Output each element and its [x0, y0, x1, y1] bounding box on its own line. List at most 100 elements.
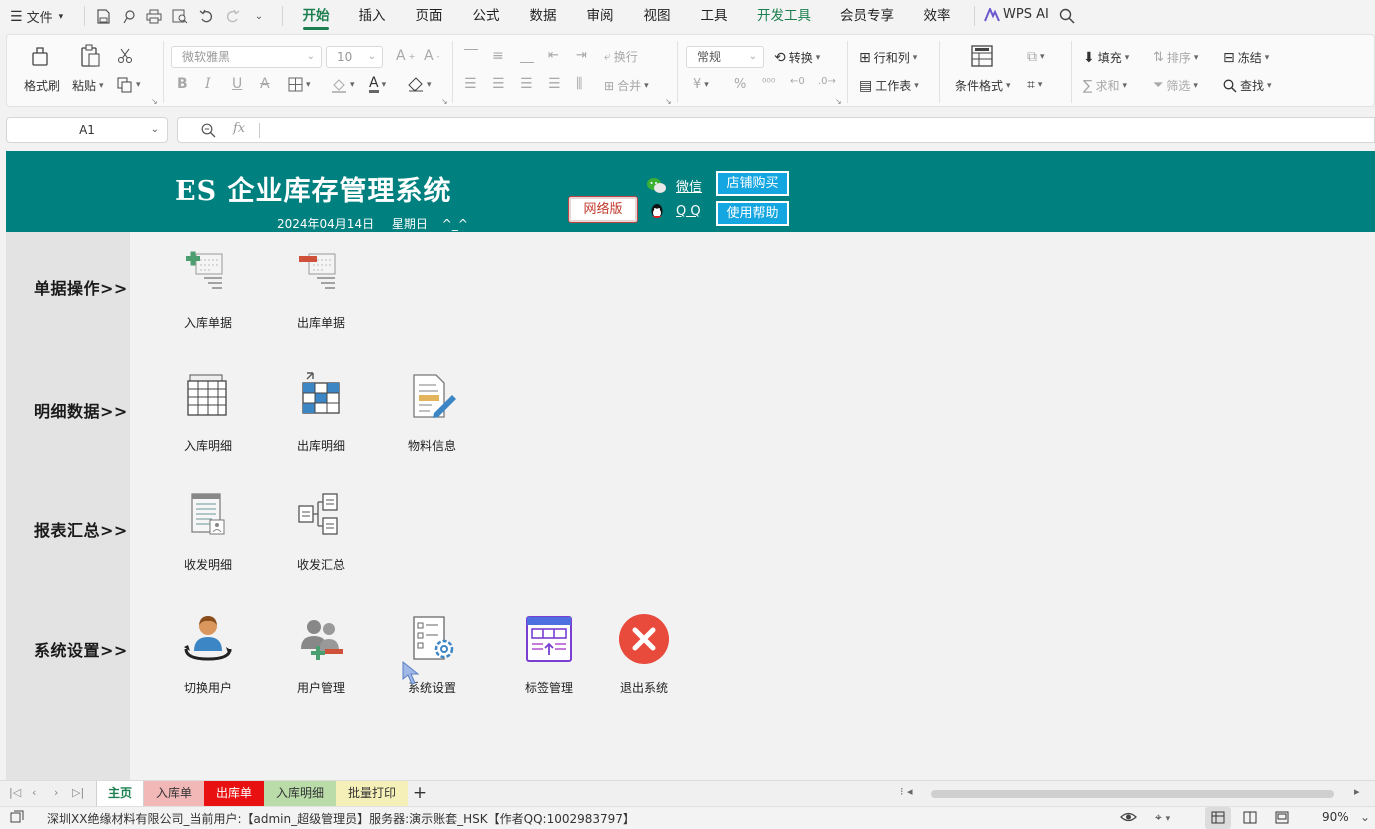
output-pdf-icon[interactable]	[120, 7, 138, 25]
copy-button[interactable]: ▾	[117, 77, 141, 93]
conditional-format-icon[interactable]	[971, 45, 993, 70]
horizontal-scrollbar[interactable]	[931, 790, 1334, 798]
sort-button[interactable]: ⇅ 排序 ▾	[1153, 49, 1198, 66]
fill-color-button[interactable]: ▾	[331, 77, 355, 93]
sheet-tab-home[interactable]: 主页	[96, 781, 144, 806]
sheet-tab-batch-print[interactable]: 批量打印	[336, 781, 408, 806]
align-right-icon[interactable]: ☰	[520, 76, 533, 92]
find-button[interactable]: 查找 ▾	[1223, 77, 1272, 94]
percent-icon[interactable]: %	[734, 77, 746, 92]
tile-exit-system[interactable]: 退出系统	[599, 613, 689, 696]
chevron-down-icon[interactable]: ⌄	[1360, 810, 1370, 824]
decrease-indent-icon[interactable]: ⇤	[548, 48, 559, 63]
search-icon[interactable]	[1058, 7, 1076, 25]
sheet-tab-inbound-detail[interactable]: 入库明细	[264, 781, 336, 806]
scroll-splitter-icon[interactable]: ⁝ ◂	[900, 785, 913, 798]
print-preview-icon[interactable]	[171, 7, 189, 25]
wechat-link[interactable]: 微信	[676, 176, 702, 195]
tab-member[interactable]: 会员专享	[836, 0, 898, 32]
align-left-icon[interactable]: ☰	[464, 76, 477, 92]
tab-review[interactable]: 审阅	[580, 0, 620, 32]
zoom-formula-icon[interactable]	[201, 123, 216, 141]
tab-home[interactable]: 开始	[296, 0, 336, 32]
cell-style-button[interactable]: ⧉ ▾	[1027, 49, 1045, 65]
help-button[interactable]: 使用帮助	[716, 201, 789, 226]
print-icon[interactable]	[145, 7, 163, 25]
view-settings-icon[interactable]: ⌖ ▾	[1155, 810, 1170, 825]
underline-icon[interactable]: U	[232, 76, 242, 92]
shop-purchase-button[interactable]: 店铺购买	[716, 171, 789, 196]
convert-button[interactable]: ⟲ 转换 ▾	[774, 49, 820, 66]
expand-icon[interactable]: ↘	[441, 97, 448, 106]
tile-system-settings[interactable]: 系统设置	[387, 613, 477, 696]
previous-sheet-icon[interactable]: ‹	[32, 786, 36, 799]
sheet-tab-inbound[interactable]: 入库单	[144, 781, 204, 806]
expand-icon[interactable]: ↘	[151, 97, 158, 106]
tab-insert[interactable]: 插入	[352, 0, 392, 32]
sheet-tab-outbound[interactable]: 出库单	[204, 781, 264, 806]
eye-protection-icon[interactable]	[1120, 810, 1137, 827]
tab-efficiency[interactable]: 效率	[917, 0, 957, 32]
paste-button[interactable]: 粘贴 ▾	[72, 77, 104, 94]
customize-toolbar-icon[interactable]: ⌄	[250, 7, 268, 25]
tab-page[interactable]: 页面	[409, 0, 449, 32]
distribute-icon[interactable]: ⫼	[576, 76, 582, 92]
align-center-icon[interactable]: ☰	[492, 76, 505, 92]
zoom-level[interactable]: 90%	[1322, 810, 1349, 824]
increase-indent-icon[interactable]: ⇥	[576, 48, 587, 63]
increase-font-icon[interactable]: A +	[396, 48, 415, 64]
tile-transaction-summary[interactable]: 收发汇总	[276, 490, 366, 573]
last-sheet-icon[interactable]: ▷|	[72, 786, 84, 799]
reading-view-icon[interactable]	[1275, 811, 1289, 827]
freeze-button[interactable]: ⊟ 冻结 ▾	[1223, 49, 1269, 66]
clear-button[interactable]: ▾	[408, 77, 432, 92]
thousands-separator-icon[interactable]: ⁰⁰⁰	[762, 76, 775, 89]
tab-data[interactable]: 数据	[523, 0, 563, 32]
tile-inbound-detail[interactable]: 入库明细	[163, 371, 253, 454]
strikethrough-icon[interactable]: A	[260, 76, 270, 92]
cut-icon[interactable]	[117, 48, 133, 67]
border-button[interactable]: ▾	[288, 77, 311, 92]
align-bottom-icon[interactable]: ⎽	[520, 48, 534, 64]
italic-icon[interactable]: I	[205, 76, 211, 92]
justify-icon[interactable]: ☰	[548, 76, 561, 92]
wrap-text-button[interactable]: ⤶ 换行	[604, 48, 638, 65]
font-name-select[interactable]: 微软雅黑 ⌄	[171, 46, 322, 68]
tab-view[interactable]: 视图	[637, 0, 677, 32]
tile-label-management[interactable]: 标签管理	[504, 613, 594, 696]
normal-view-button[interactable]	[1205, 807, 1231, 829]
file-menu[interactable]: ☰ 文件 ▾	[10, 7, 63, 27]
tile-inbound-document[interactable]: 入库单据	[163, 248, 253, 331]
align-middle-icon[interactable]: ≡	[492, 48, 504, 64]
tab-developer[interactable]: 开发工具	[752, 0, 816, 32]
tile-switch-user[interactable]: 切换用户	[163, 613, 253, 696]
network-edition-button[interactable]: 网络版	[568, 196, 638, 223]
currency-button[interactable]: ¥ ▾	[693, 77, 709, 92]
paste-icon[interactable]	[79, 44, 101, 71]
add-sheet-icon[interactable]: +	[408, 781, 432, 806]
sum-button[interactable]: ∑ 求和 ▾	[1083, 77, 1127, 94]
tile-outbound-document[interactable]: 出库单据	[276, 248, 366, 331]
formula-bar[interactable]: fx	[177, 117, 1375, 143]
bold-icon[interactable]: B	[177, 76, 188, 92]
tile-outbound-detail[interactable]: 出库明细	[276, 371, 366, 454]
font-color-button[interactable]: A ▾	[369, 76, 386, 93]
increase-decimal-icon[interactable]: ←0	[790, 76, 805, 87]
tab-tools[interactable]: 工具	[694, 0, 734, 32]
tab-formula[interactable]: 公式	[466, 0, 506, 32]
scroll-right-icon[interactable]: ▸	[1354, 785, 1360, 798]
next-sheet-icon[interactable]: ›	[54, 786, 58, 799]
qq-link[interactable]: Q Q	[676, 204, 701, 219]
fill-button[interactable]: ⬇ 填充 ▾	[1083, 49, 1129, 66]
tile-transaction-detail[interactable]: 收发明细	[163, 490, 253, 573]
page-break-view-icon[interactable]	[1243, 811, 1257, 827]
undo-icon[interactable]	[197, 7, 215, 25]
conditional-format-button[interactable]: 条件格式 ▾	[955, 77, 1011, 94]
expand-icon[interactable]: ↘	[835, 97, 842, 106]
save-icon[interactable]	[94, 7, 112, 25]
rows-cols-button[interactable]: ⊞ 行和列 ▾	[859, 49, 917, 66]
worksheet-button[interactable]: ▤ 工作表 ▾	[859, 77, 919, 94]
format-painter-button[interactable]: 格式刷	[24, 77, 60, 94]
decrease-font-icon[interactable]: A-	[424, 48, 439, 64]
redo-icon[interactable]	[223, 7, 241, 25]
